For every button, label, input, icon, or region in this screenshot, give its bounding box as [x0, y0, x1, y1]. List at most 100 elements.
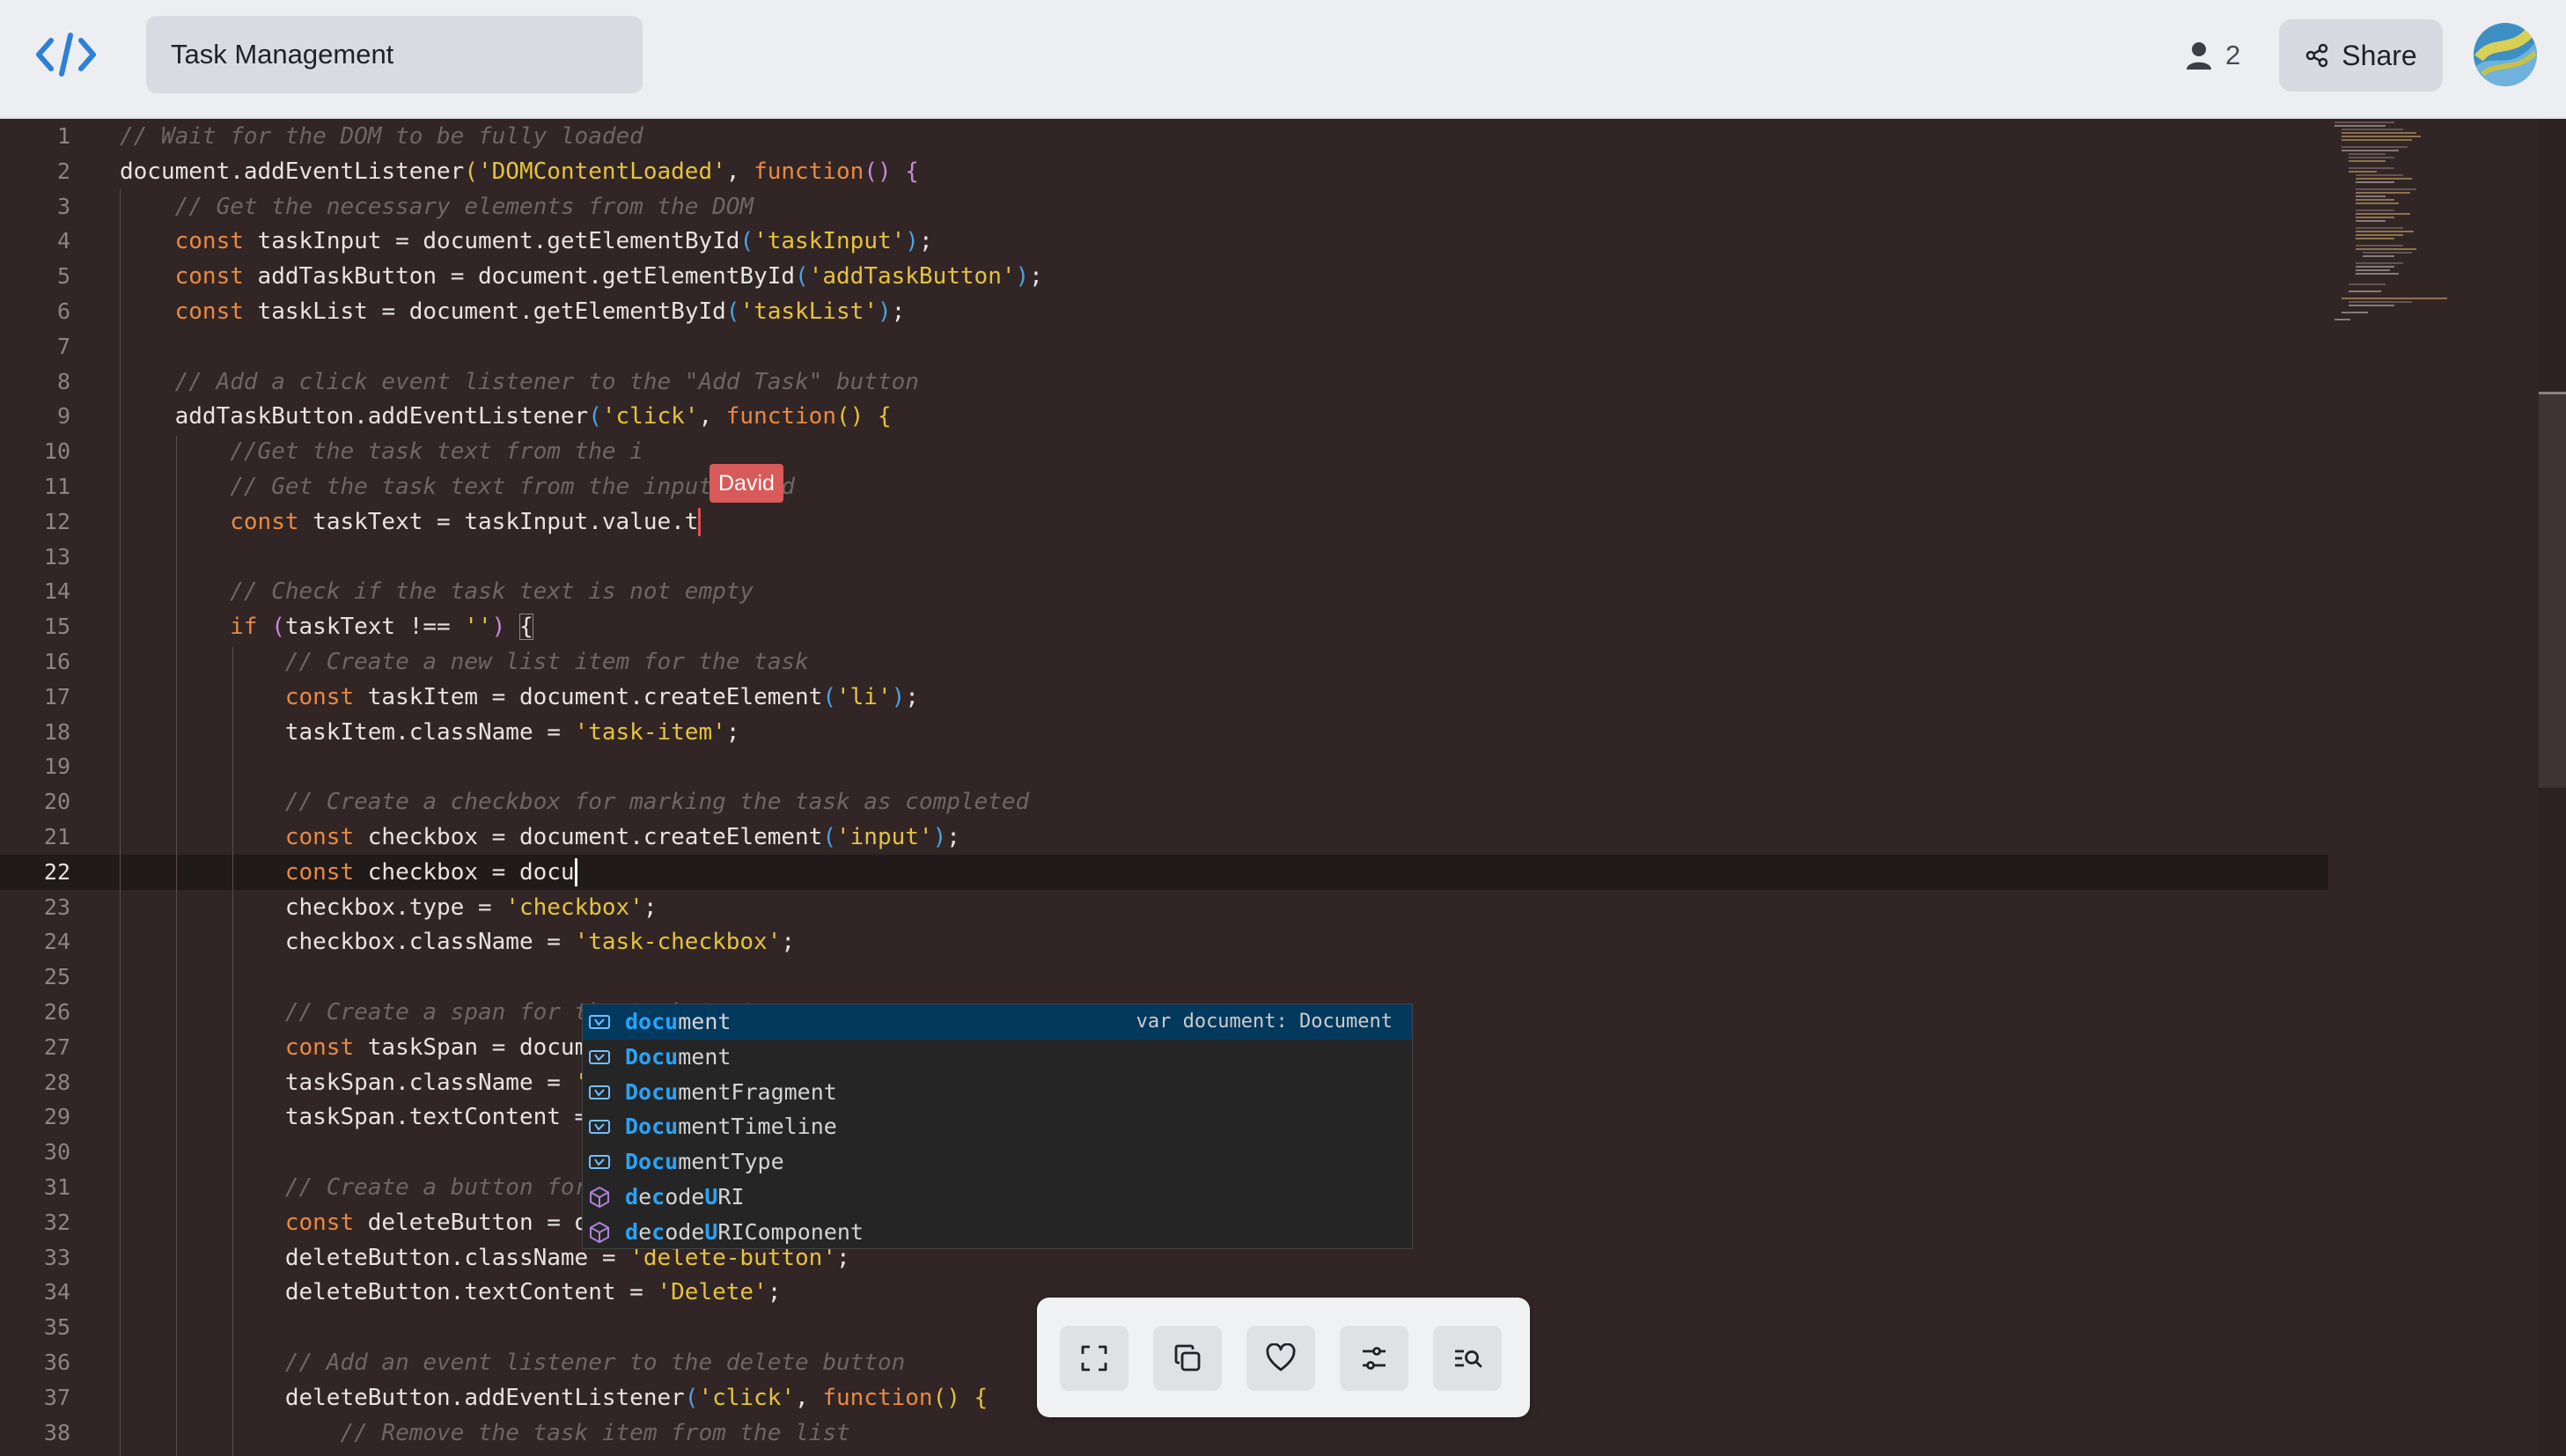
favorite-button[interactable]	[1246, 1326, 1315, 1391]
code-token: ;	[781, 929, 796, 956]
line-number: 25	[43, 964, 70, 990]
code-token: // Add a click event listener to the "Ad…	[174, 368, 919, 395]
line-number: 35	[43, 1314, 70, 1341]
code-line[interactable]: 7	[0, 329, 2328, 364]
code-line[interactable]: 2 document.addEventListener('DOMContentLo…	[0, 154, 2328, 189]
code-text: checkbox.className = 'task-checkbox';	[120, 924, 795, 960]
code-line[interactable]: 39 taskList.removeChild(taskItem);	[0, 1450, 2328, 1456]
code-line[interactable]: 10 //Get the task text from the i	[0, 434, 2328, 469]
line-number: 10	[43, 438, 70, 465]
line-number: 6	[56, 298, 70, 324]
code-line[interactable]: 11 // Get the task text from the input f…	[0, 469, 2328, 504]
code-line[interactable]: 12 const taskText = taskInput.value.t	[0, 504, 2328, 540]
code-line[interactable]: 5 const addTaskButton = document.getElem…	[0, 259, 2328, 294]
code-line[interactable]: 13	[0, 540, 2328, 575]
code-text: deleteButton.addEventListener('click', f…	[120, 1380, 988, 1416]
code-line[interactable]: 4 const taskInput = document.getElementB…	[0, 224, 2328, 259]
line-number: 1	[56, 123, 70, 149]
code-token: ()	[864, 158, 892, 185]
code-token: )	[891, 683, 906, 710]
autocomplete-label: DocumentFragment	[625, 1078, 837, 1105]
code-line[interactable]: 22 const checkbox = docu	[0, 854, 2328, 890]
autocomplete-label: decodeURIComponent	[625, 1218, 864, 1245]
autocomplete-item[interactable]: document var document: Document	[583, 1004, 1412, 1040]
autocomplete-item[interactable]: decodeURI	[583, 1180, 1412, 1215]
code-token: ()	[836, 403, 864, 430]
code-text: // Create a new list item for the task	[120, 644, 809, 680]
variable-icon	[589, 1155, 610, 1170]
code-line[interactable]: 38 // Remove the task item from the list	[0, 1416, 2328, 1451]
code-token: checkbox = document.createElement	[354, 824, 823, 850]
line-number: 13	[43, 543, 70, 570]
minimap[interactable]	[2333, 119, 2509, 383]
code-token: 'input'	[836, 824, 933, 850]
autocomplete-label: DocumentTimeline	[625, 1114, 837, 1140]
code-token: )	[491, 614, 506, 641]
code-token: taskItem = document.createElement	[354, 683, 823, 710]
code-line[interactable]: 15 if (taskText !== '') {	[0, 609, 2328, 644]
active-users[interactable]: 2	[2185, 33, 2240, 77]
code-token: )	[877, 298, 892, 325]
code-token: (	[725, 298, 740, 325]
code-line[interactable]: 14 // Check if the task text is not empt…	[0, 574, 2328, 609]
code-line[interactable]: 19	[0, 749, 2328, 784]
code-token: 'checkbox'	[505, 893, 643, 921]
autocomplete-popup[interactable]: document var document: Document Document Do…	[582, 1004, 1413, 1249]
code-line[interactable]: 6 const taskList = document.getElementBy…	[0, 294, 2328, 329]
code-editor[interactable]: 1 // Wait for the DOM to be fully loaded 2…	[0, 119, 2566, 1456]
autocomplete-item[interactable]: decodeURIComponent	[583, 1215, 1412, 1250]
line-number: 20	[43, 789, 70, 815]
line-number: 3	[56, 193, 70, 219]
settings-button[interactable]	[1340, 1326, 1408, 1391]
document-title-input[interactable]: Task Management	[146, 16, 643, 93]
line-number: 30	[43, 1139, 70, 1166]
code-token: (	[684, 1384, 699, 1411]
autocomplete-label: Document	[625, 1043, 732, 1070]
autocomplete-item[interactable]: Document	[583, 1040, 1412, 1075]
line-number: 19	[43, 754, 70, 780]
person-icon	[2187, 42, 2211, 70]
autocomplete-item[interactable]: DocumentType	[583, 1144, 1412, 1180]
share-button[interactable]: Share	[2279, 19, 2443, 92]
code-line[interactable]: 17 const taskItem = document.createEleme…	[0, 680, 2328, 715]
avatar[interactable]	[2474, 23, 2537, 86]
code-line[interactable]: 21 const checkbox = document.createEleme…	[0, 820, 2328, 855]
code-token: {	[974, 1384, 989, 1411]
fullscreen-button[interactable]	[1060, 1326, 1129, 1391]
code-text: document.addEventListener('DOMContentLoa…	[120, 154, 919, 189]
share-label: Share	[2342, 39, 2417, 71]
line-number: 23	[43, 893, 70, 920]
code-token: ;	[643, 893, 658, 921]
code-brackets-icon[interactable]	[33, 28, 99, 81]
code-text: const taskList = document.getElementById…	[120, 294, 906, 329]
search-button[interactable]	[1433, 1326, 1502, 1391]
code-token: // Wait for the DOM to be fully loaded	[120, 123, 643, 150]
code-text: // Add an event listener to the delete b…	[120, 1345, 905, 1380]
autocomplete-item[interactable]: DocumentFragment	[583, 1075, 1412, 1110]
code-line[interactable]: 16 // Create a new list item for the tas…	[0, 644, 2328, 680]
autocomplete-label: document	[625, 1009, 732, 1034]
code-line[interactable]: 18 taskItem.className = 'task-item';	[0, 715, 2328, 750]
floating-toolbar	[1037, 1298, 1530, 1417]
collaborator-cursor	[698, 508, 702, 537]
code-line[interactable]: 1 // Wait for the DOM to be fully loaded	[0, 119, 2328, 154]
code-line[interactable]: 25	[0, 960, 2328, 995]
line-number: 14	[43, 578, 70, 605]
code-line[interactable]: 24 checkbox.className = 'task-checkbox';	[0, 924, 2328, 960]
copy-button[interactable]	[1153, 1326, 1222, 1391]
vertical-scrollbar-thumb[interactable]	[2539, 392, 2566, 788]
code-token: addTaskButton = document.getElementById	[243, 263, 796, 290]
code-line[interactable]: 9 addTaskButton.addEventListener('click'…	[0, 399, 2328, 434]
code-token: ,	[698, 403, 726, 430]
code-line[interactable]: 3 // Get the necessary elements from the…	[0, 189, 2328, 224]
code-line[interactable]: 20 // Create a checkbox for marking the …	[0, 784, 2328, 820]
code-token: ()	[932, 1384, 960, 1411]
code-line[interactable]: 23 checkbox.type = 'checkbox';	[0, 890, 2328, 925]
autocomplete-item[interactable]: DocumentTimeline	[583, 1109, 1412, 1144]
code-text: // Remove the task item from the list	[120, 1416, 849, 1451]
code-line[interactable]: 8 // Add a click event listener to the "…	[0, 364, 2328, 400]
